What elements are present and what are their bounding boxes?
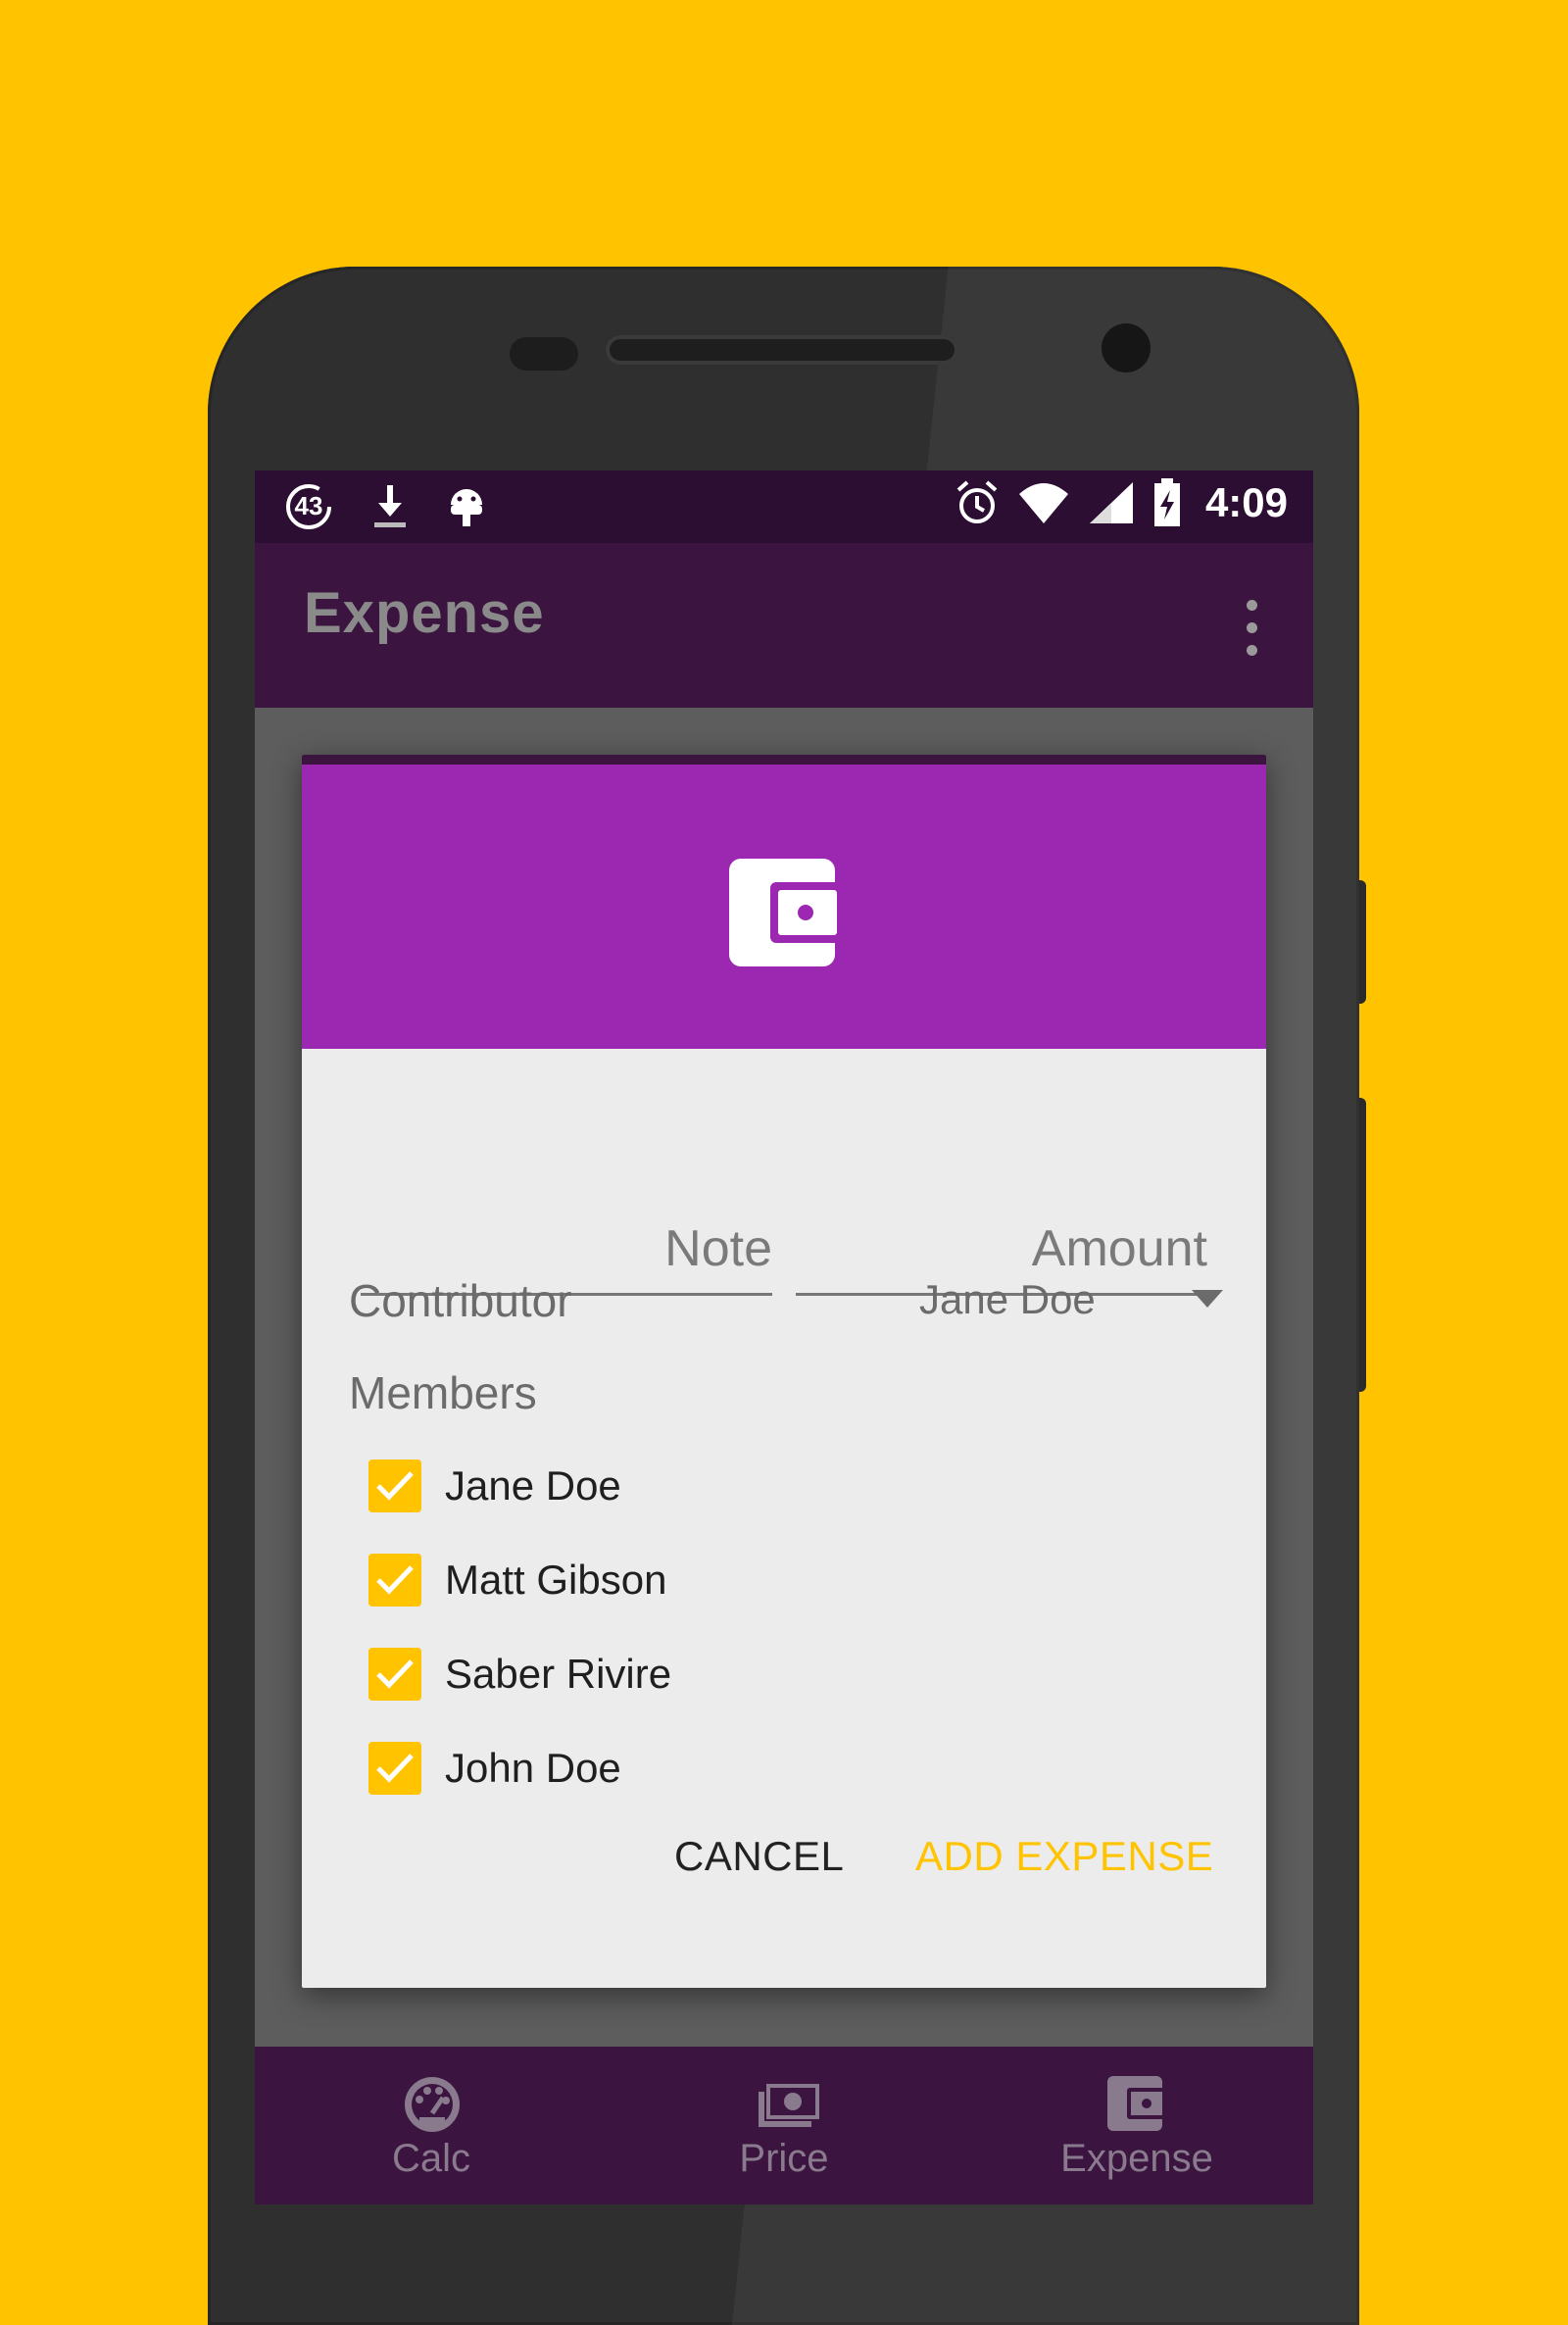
member-name: Jane Doe — [445, 1462, 621, 1509]
nav-label-expense: Expense — [1060, 2137, 1213, 2180]
signal-icon — [1088, 480, 1135, 525]
app-title: Expense — [304, 581, 545, 645]
member-checkbox[interactable] — [368, 1459, 421, 1512]
download-icon — [372, 483, 408, 530]
note-placeholder: Note — [664, 1220, 772, 1277]
more-vert-icon[interactable] — [1247, 600, 1258, 659]
dialog-header — [302, 755, 1266, 1049]
add-expense-dialog: Note Amount Contributor Jane Doe Members… — [302, 755, 1266, 1988]
front-camera — [1102, 323, 1151, 372]
wifi-icon — [1017, 480, 1070, 525]
dropdown-arrow-icon — [1192, 1290, 1223, 1308]
contributor-label: Contributor — [349, 1275, 572, 1326]
notification-count-icon: 43 — [284, 482, 333, 531]
contributor-value: Jane Doe — [919, 1276, 1096, 1322]
status-bar: 43 4:09 — [255, 470, 1313, 543]
wallet-icon — [1105, 2074, 1166, 2138]
contributor-dropdown[interactable]: Jane Doe — [919, 1272, 1243, 1331]
proximity-sensor — [510, 337, 578, 371]
member-item[interactable]: Jane Doe — [368, 1457, 621, 1515]
bottom-navigation: Calc Price Expense — [255, 2047, 1313, 2204]
phone-screen: 43 4:09 Expense Note Amount Contributor … — [255, 470, 1313, 2204]
nav-item-expense[interactable]: Expense — [960, 2047, 1313, 2204]
member-name: Saber Rivire — [445, 1651, 672, 1697]
cancel-button[interactable]: CANCEL — [674, 1833, 844, 1880]
app-bar: Expense — [255, 543, 1313, 708]
nav-item-calc[interactable]: Calc — [255, 2047, 608, 2204]
nav-label-calc: Calc — [391, 2137, 471, 2180]
status-bar-right: 4:09 — [955, 478, 1288, 527]
members-label: Members — [349, 1367, 537, 1418]
wallet-icon — [729, 859, 843, 971]
nav-label-price: Price — [739, 2137, 829, 2180]
status-time: 4:09 — [1204, 479, 1288, 525]
member-checkbox[interactable] — [368, 1742, 421, 1795]
add-expense-button[interactable]: ADD EXPENSE — [915, 1833, 1213, 1880]
member-checkbox[interactable] — [368, 1648, 421, 1701]
member-name: John Doe — [445, 1745, 621, 1791]
alarm-icon — [955, 478, 1000, 527]
money-icon — [753, 2074, 821, 2140]
member-item[interactable]: Saber Rivire — [368, 1645, 671, 1704]
member-item[interactable]: Matt Gibson — [368, 1551, 666, 1609]
battery-charging-icon — [1152, 478, 1182, 527]
amount-placeholder: Amount — [1031, 1220, 1207, 1277]
nav-item-price[interactable]: Price — [608, 2047, 960, 2204]
notification-count-text: 43 — [294, 491, 323, 520]
android-icon — [447, 483, 486, 530]
member-name: Matt Gibson — [445, 1557, 667, 1603]
earpiece-speaker — [606, 335, 958, 365]
member-item[interactable]: John Doe — [368, 1739, 621, 1798]
member-checkbox[interactable] — [368, 1554, 421, 1607]
status-bar-left: 43 — [284, 482, 486, 531]
speedometer-icon — [400, 2074, 465, 2140]
